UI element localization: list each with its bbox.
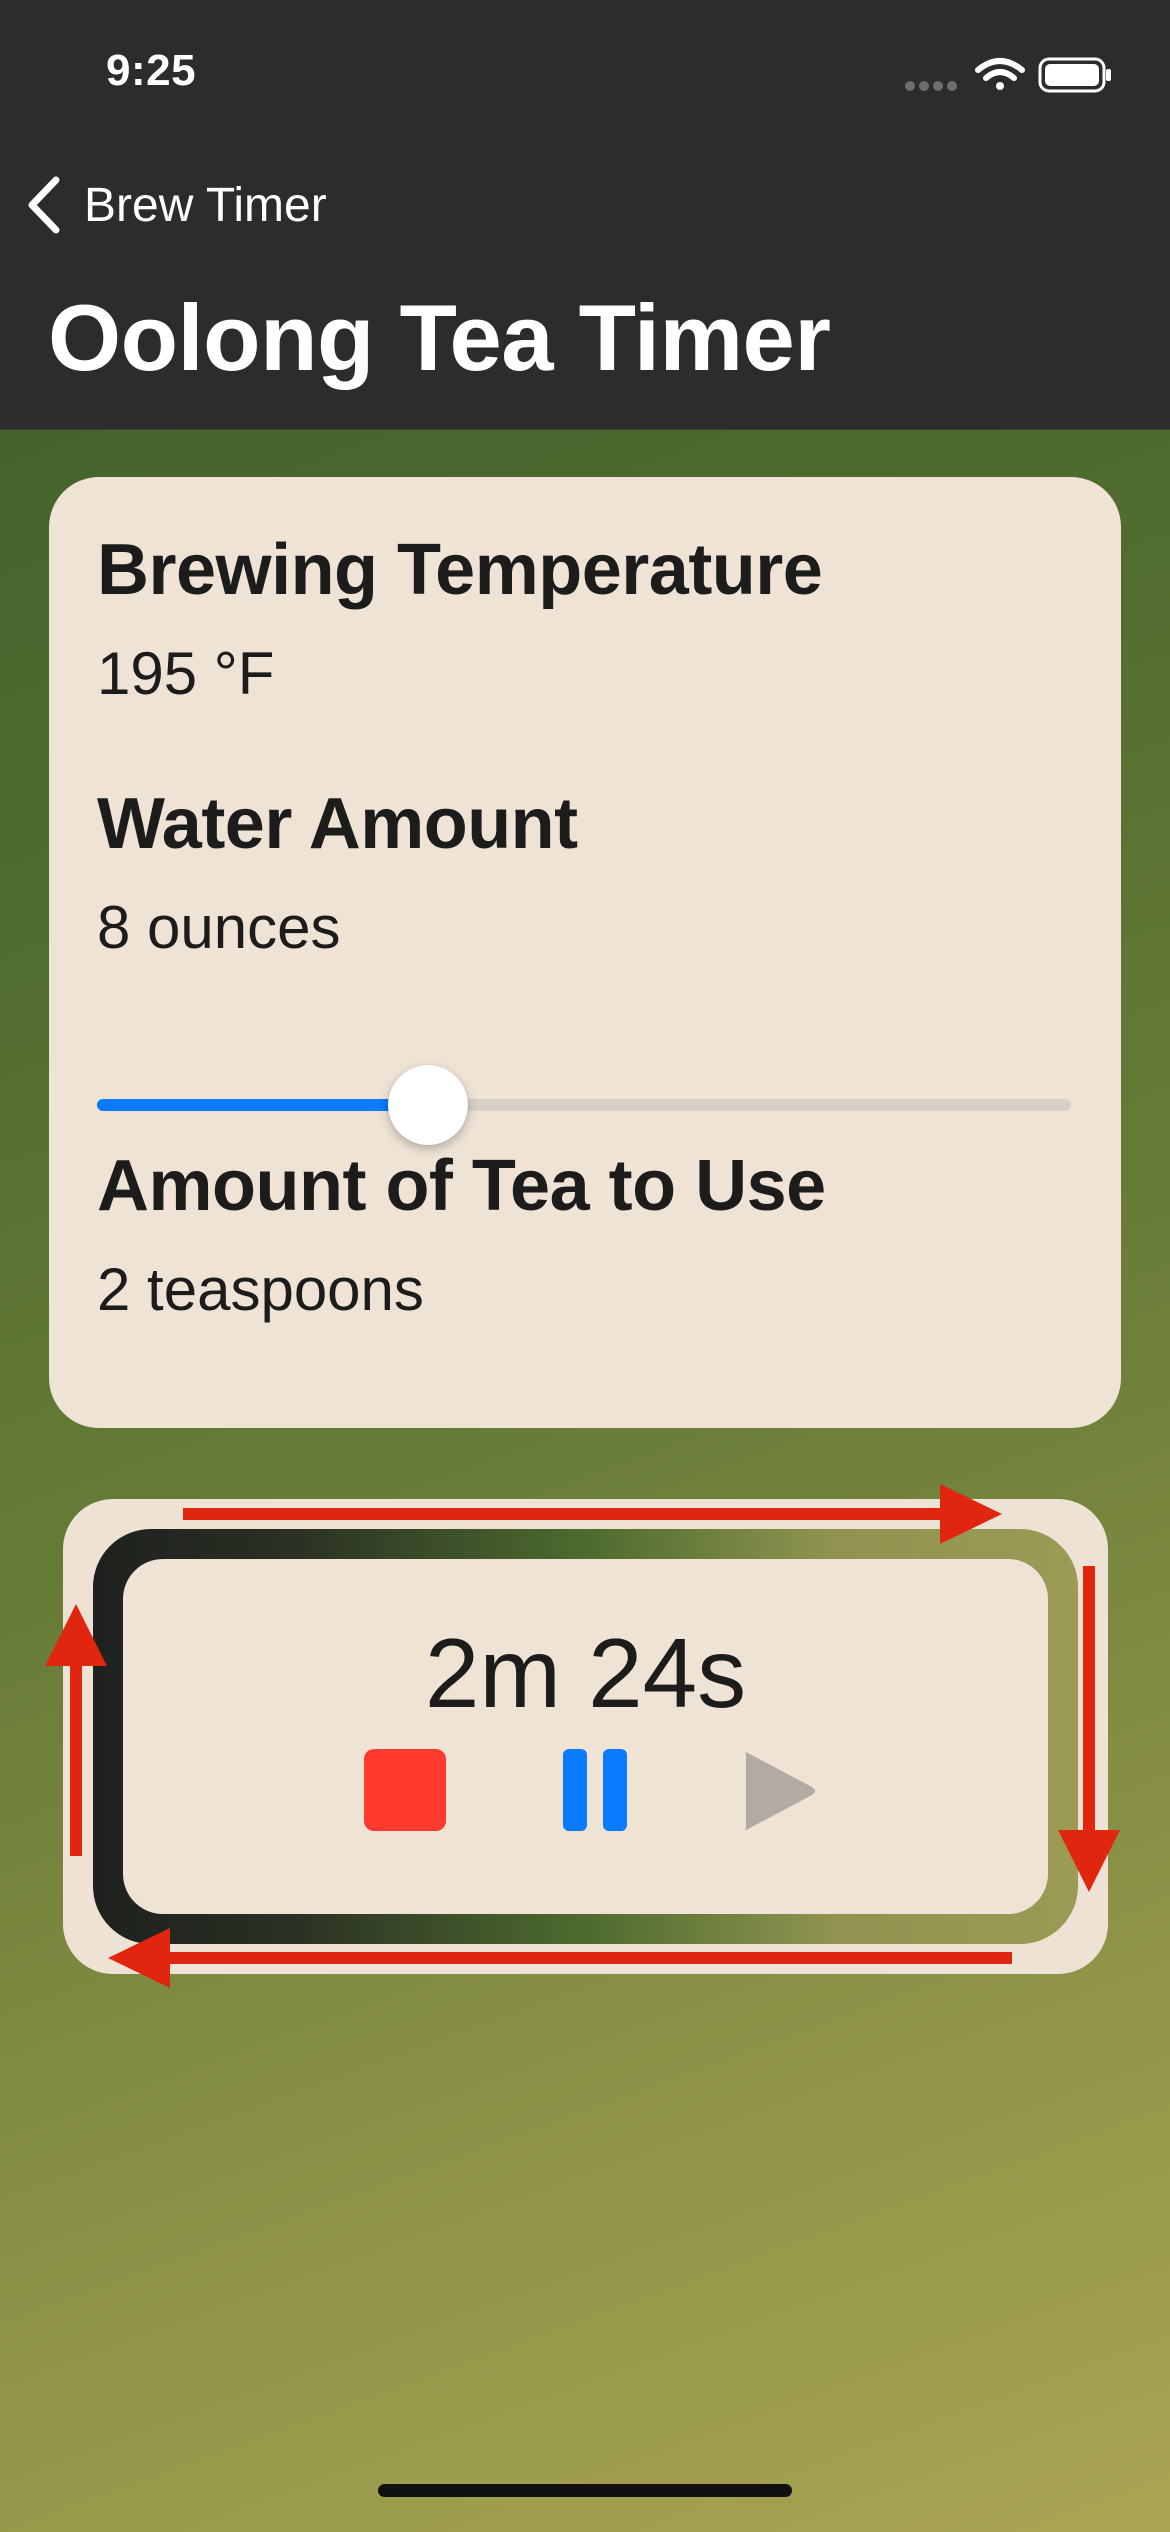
- stop-icon: [364, 1749, 446, 1831]
- back-button[interactable]: Brew Timer: [24, 170, 327, 240]
- water-amount-label: Water Amount: [97, 784, 578, 864]
- temperature-label: Brewing Temperature: [97, 530, 823, 610]
- status-icons: [902, 56, 1112, 96]
- signal-dots-icon: [905, 81, 957, 91]
- pause-button[interactable]: [563, 1749, 627, 1833]
- page-title: Oolong Tea Timer: [48, 285, 831, 390]
- status-time: 9:25: [106, 46, 197, 95]
- wifi-icon: [975, 58, 1025, 90]
- play-icon: [745, 1752, 815, 1830]
- battery-icon: [1038, 57, 1111, 93]
- slider-thumb[interactable]: [388, 1065, 469, 1145]
- home-indicator: [378, 2484, 792, 2497]
- tea-amount-label: Amount of Tea to Use: [97, 1146, 826, 1226]
- pause-icon-bar-right: [603, 1749, 627, 1831]
- timer-readout: 2m 24s: [424, 1618, 747, 1728]
- stop-button[interactable]: [364, 1749, 446, 1833]
- timer-progress-ring: 2m 24s: [93, 1529, 1078, 1944]
- water-amount-value: 8 ounces: [97, 894, 341, 961]
- water-amount-slider[interactable]: [97, 1065, 1071, 1145]
- pause-icon-bar-left: [563, 1749, 587, 1831]
- back-button-label: Brew Timer: [84, 178, 327, 232]
- play-button[interactable]: [738, 1749, 818, 1833]
- chevron-left-icon: [28, 176, 60, 234]
- timer-display: 2m 24s: [123, 1559, 1048, 1914]
- slider-fill: [97, 1099, 429, 1111]
- temperature-value: 195 °F: [97, 640, 275, 707]
- brew-info-card: Brewing Temperature 195 °F Water Amount …: [49, 477, 1121, 1428]
- tea-amount-value: 2 teaspoons: [97, 1256, 424, 1323]
- timer-panel: 2m 24s: [63, 1499, 1108, 1974]
